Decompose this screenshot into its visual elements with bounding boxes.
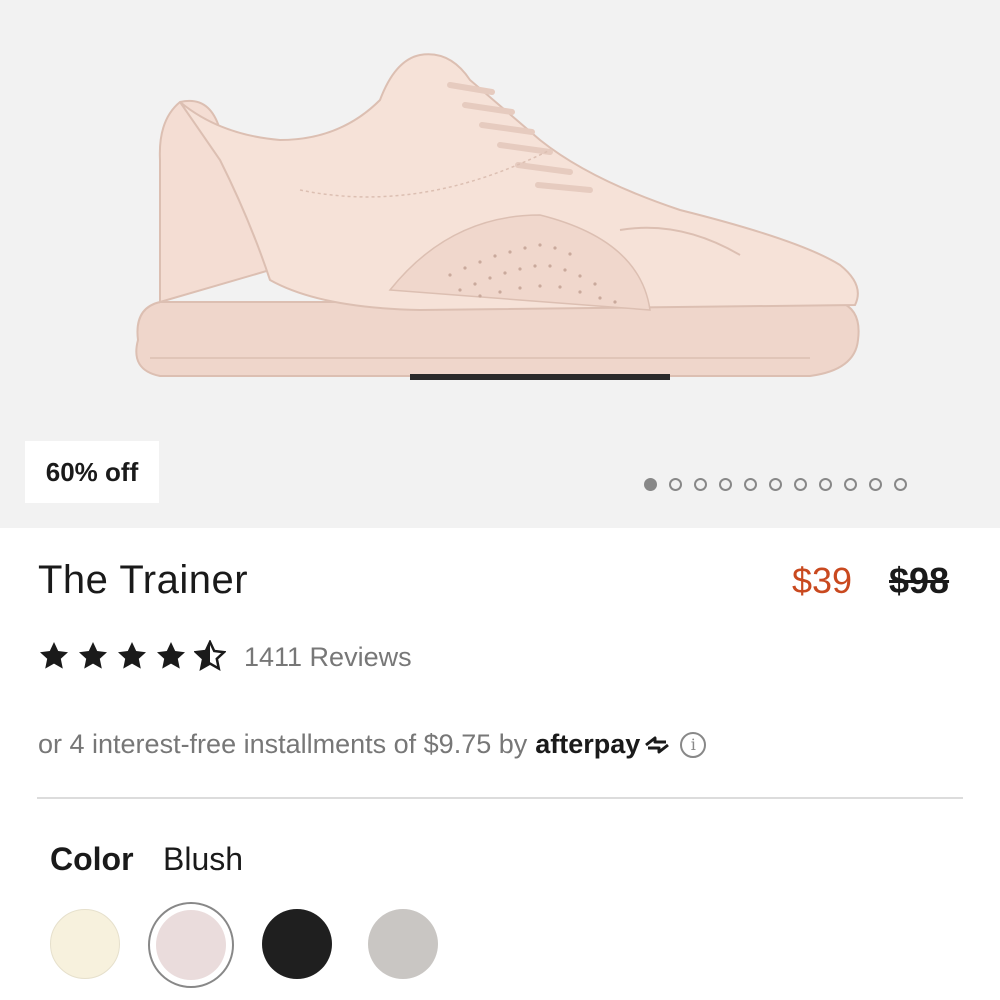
divider [37, 797, 963, 799]
installments-info: or 4 interest-free installments of $9.75… [38, 729, 707, 760]
color-label: Color [50, 841, 134, 877]
color-swatch-blush-fill [156, 910, 226, 980]
product-title: The Trainer [38, 558, 249, 602]
star-full-icon [40, 642, 68, 669]
afterpay-label: afterpay [535, 729, 641, 759]
color-swatch-grey[interactable] [368, 909, 438, 979]
selected-color-name: Blush [163, 841, 244, 877]
carousel-dot[interactable] [869, 477, 882, 491]
carousel-dot[interactable] [894, 477, 907, 491]
star-full-icon [157, 642, 185, 669]
carousel-dot[interactable] [669, 477, 682, 491]
color-swatch-cream[interactable] [50, 909, 120, 979]
afterpay-logo: afterpay [535, 729, 672, 760]
info-icon[interactable]: i [680, 731, 707, 758]
afterpay-arrows-icon [645, 736, 670, 753]
carousel-dot[interactable] [719, 477, 732, 491]
installments-text: or 4 interest-free installments of $9.75… [38, 729, 528, 759]
star-half-icon [194, 640, 226, 672]
carousel-dot[interactable] [694, 477, 707, 491]
carousel-dot[interactable] [794, 477, 807, 491]
rating-stars[interactable] [38, 640, 226, 672]
carousel-dot[interactable] [844, 477, 857, 491]
product-image [135, 53, 860, 380]
color-swatch-black[interactable] [262, 909, 332, 979]
discount-badge: 60% off [25, 441, 159, 503]
original-price: $98 [889, 560, 950, 601]
color-swatch-blush[interactable] [148, 902, 234, 988]
carousel-dot[interactable] [769, 477, 782, 491]
carousel-dot[interactable] [744, 477, 757, 491]
star-full-icon [79, 642, 107, 669]
reviews-link[interactable]: 1411 Reviews [244, 642, 412, 673]
carousel-dot[interactable] [644, 477, 657, 491]
carousel-dot[interactable] [819, 477, 832, 491]
carousel-pagination[interactable] [644, 474, 907, 494]
star-full-icon [118, 642, 146, 669]
product-image-carousel[interactable]: 60% off [0, 0, 1000, 528]
sale-price: $39 [792, 560, 853, 601]
